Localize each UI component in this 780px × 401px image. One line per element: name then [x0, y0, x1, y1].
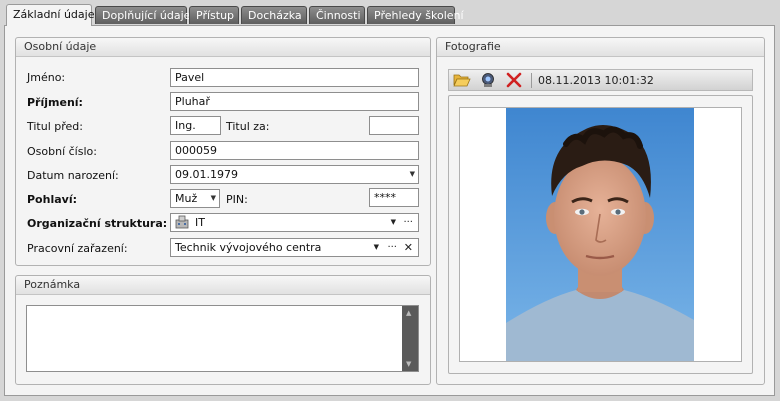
title-before-label: Titul před: — [27, 120, 83, 133]
tab-additional-info[interactable]: Doplňující údaje — [95, 6, 190, 24]
note-title: Poznámka — [16, 276, 430, 295]
title-after-field[interactable] — [369, 116, 419, 135]
personal-number-field[interactable]: 000059 — [170, 141, 419, 160]
note-scrollbar[interactable]: ▲ ▼ — [402, 306, 418, 371]
last-name-field[interactable]: Pluhař — [170, 92, 419, 111]
folder-open-icon[interactable] — [453, 72, 471, 88]
tab-basic-info[interactable]: Základní údaje — [6, 4, 94, 26]
last-name-label: Příjmení: — [27, 96, 83, 109]
org-structure-label: Organizační struktura: — [27, 217, 168, 230]
title-before-field[interactable]: Ing. — [170, 116, 221, 135]
person-photo[interactable] — [506, 108, 694, 361]
webcam-icon[interactable] — [479, 72, 497, 88]
chevron-down-icon[interactable]: ▼ — [410, 166, 415, 183]
gender-select[interactable]: Muž ▼ — [170, 189, 220, 208]
clear-x-icon[interactable]: ✕ — [404, 239, 413, 256]
delete-x-icon[interactable] — [505, 72, 523, 88]
photo-title: Fotografie — [437, 38, 764, 57]
work-position-label: Pracovní zařazení: — [27, 242, 128, 255]
photo-frame — [459, 107, 742, 362]
gender-label: Pohlaví: — [27, 193, 77, 206]
org-structure-select[interactable]: IT ▼ ··· — [170, 213, 419, 232]
ellipsis-icon[interactable]: ··· — [403, 214, 413, 231]
tab-access[interactable]: Přístup — [189, 6, 239, 24]
chevron-down-icon[interactable]: ▼ — [211, 190, 216, 207]
scroll-down-icon[interactable]: ▼ — [406, 360, 411, 368]
birth-date-picker[interactable]: 09.01.1979 ▼ — [170, 165, 419, 184]
scroll-up-icon[interactable]: ▲ — [406, 309, 411, 317]
birth-date-label: Datum narození: — [27, 169, 119, 182]
note-textarea[interactable]: ▲ ▼ — [26, 305, 419, 372]
toolbar-divider — [531, 73, 532, 88]
personal-number-label: Osobní číslo: — [27, 145, 97, 158]
personal-info-title: Osobní údaje — [16, 38, 430, 57]
photo-toolbar: 08.11.2013 10:01:32 — [448, 69, 753, 91]
work-position-value: Technik vývojového centra — [175, 241, 322, 254]
pin-label: PIN: — [226, 193, 248, 206]
pin-field[interactable]: **** — [369, 188, 419, 207]
ellipsis-icon[interactable]: ··· — [387, 239, 397, 256]
photo-timestamp: 08.11.2013 10:01:32 — [538, 74, 654, 87]
work-position-select[interactable]: Technik vývojového centra ▼ ··· ✕ — [170, 238, 419, 257]
chevron-down-icon[interactable]: ▼ — [391, 214, 396, 231]
tab-attendance[interactable]: Docházka — [241, 6, 307, 24]
building-icon — [175, 215, 189, 229]
birth-date-value: 09.01.1979 — [175, 168, 238, 181]
first-name-label: Jméno: — [27, 71, 66, 84]
org-structure-value: IT — [195, 216, 205, 229]
tab-training-overview[interactable]: Přehledy školení — [367, 6, 464, 24]
tab-activities[interactable]: Činnosti — [309, 6, 365, 24]
title-after-label: Titul za: — [226, 120, 270, 133]
first-name-field[interactable]: Pavel — [170, 68, 419, 87]
chevron-down-icon[interactable]: ▼ — [374, 239, 379, 256]
gender-value: Muž — [175, 192, 198, 205]
